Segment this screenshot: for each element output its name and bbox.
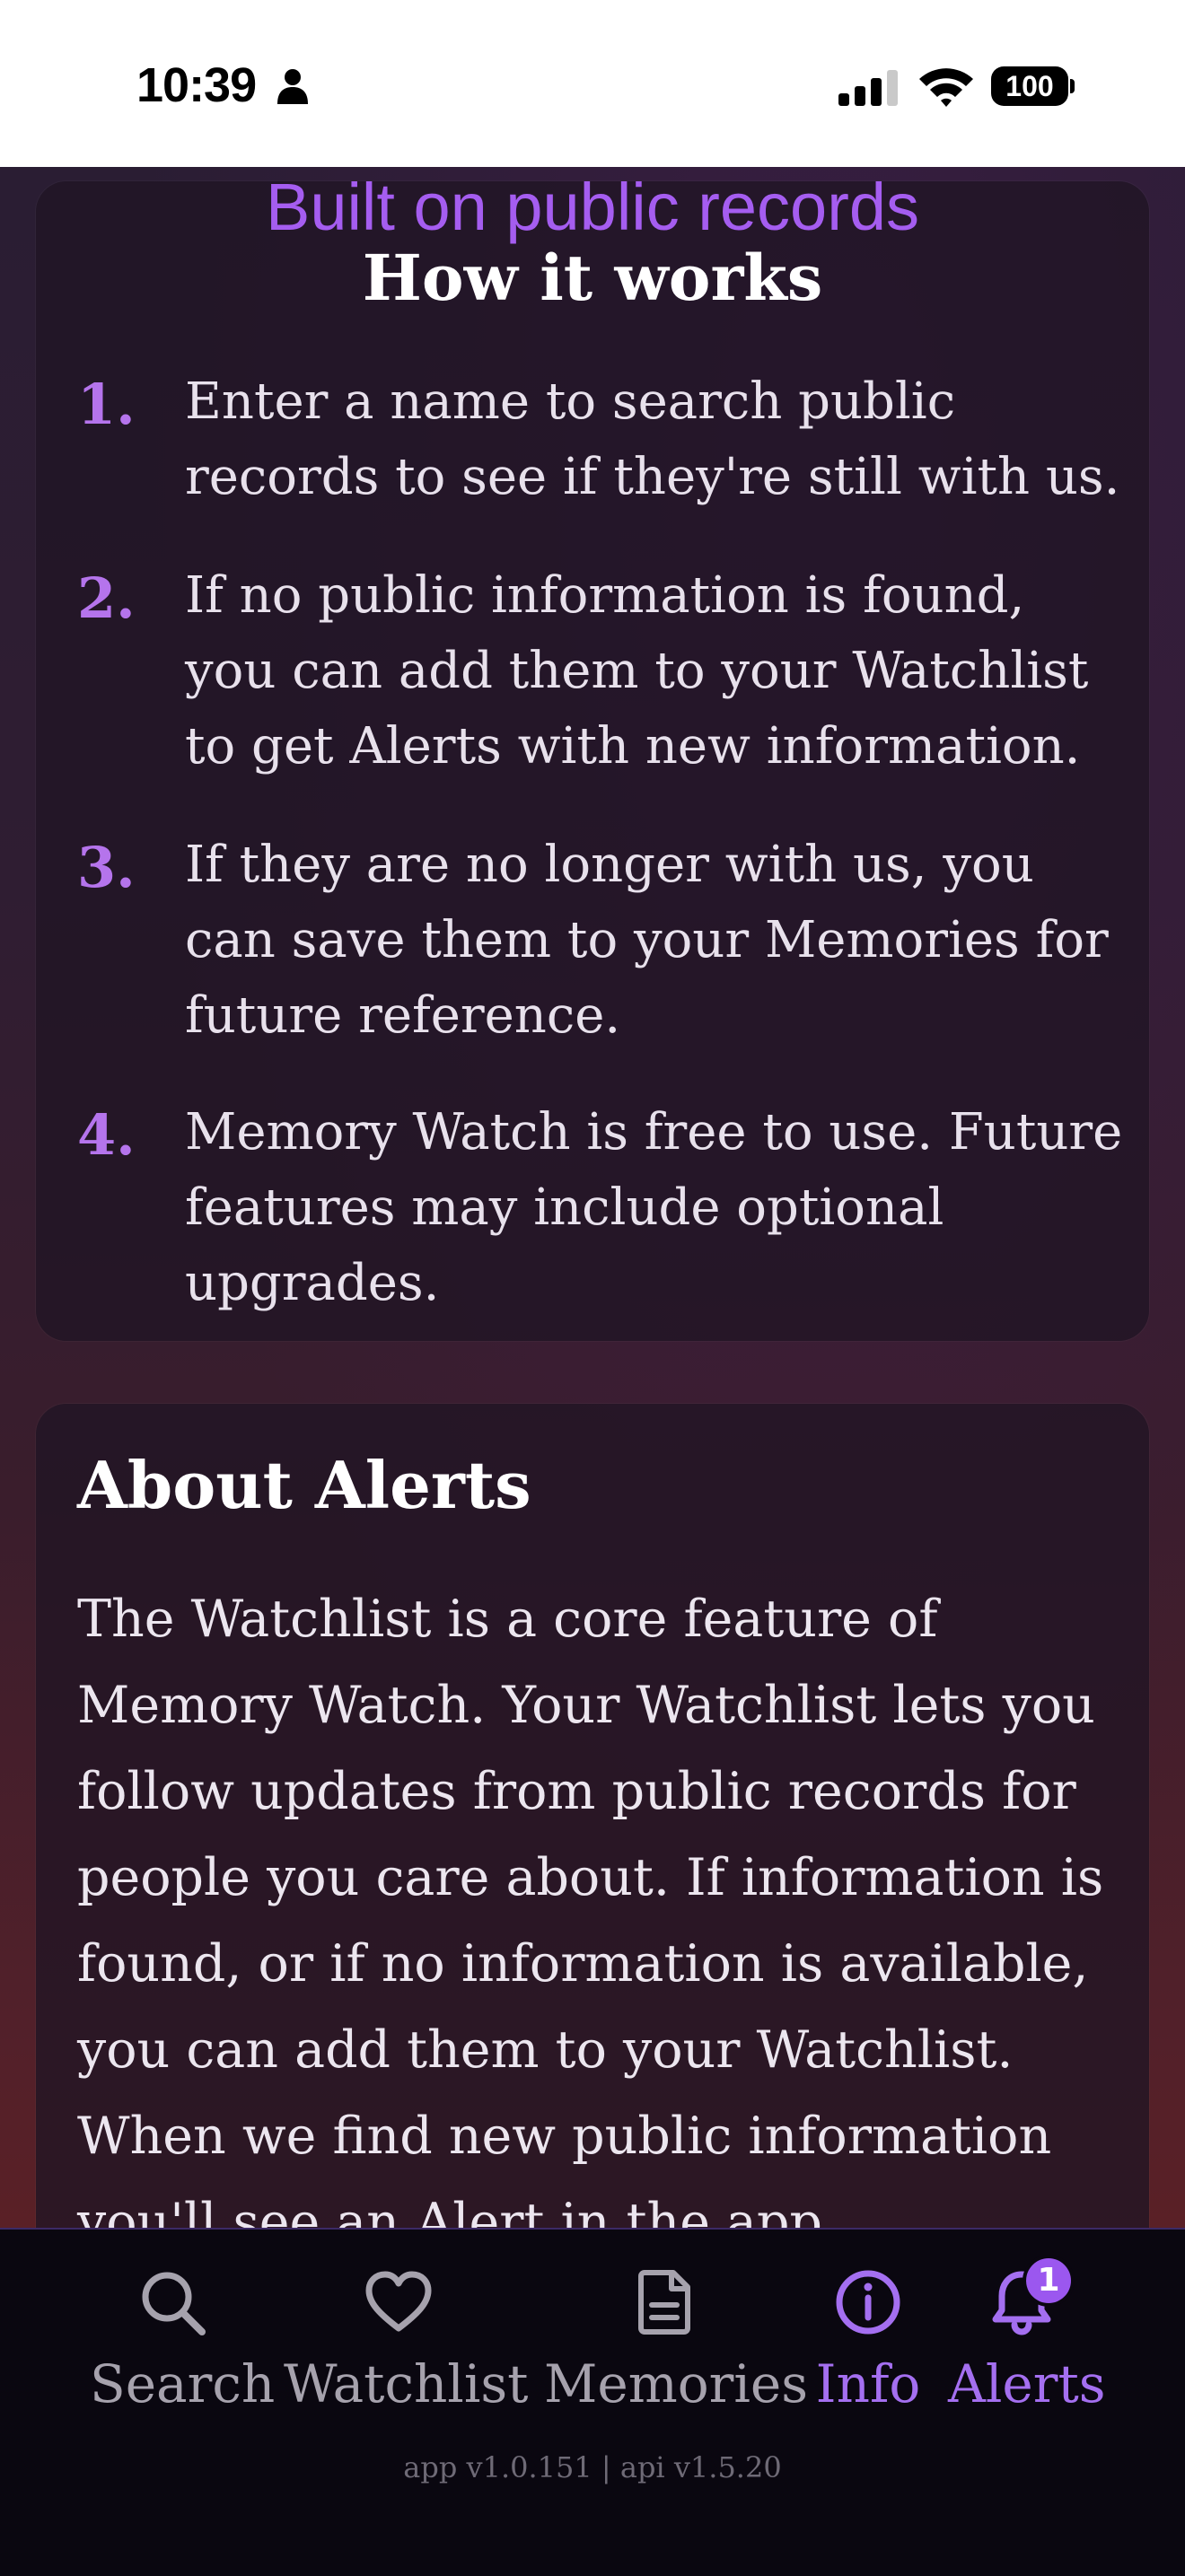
step-number: 3. [77,835,136,900]
step-text: If no public information is found, you c… [185,566,1089,775]
bell-icon-wrapper: 1 [985,2258,1071,2339]
status-bar: 10:39 100 [0,0,1185,167]
about-alerts-body: The Watchlist is a core feature of Memor… [77,1590,1104,2228]
status-time: 10:39 [136,58,257,112]
tab-label: Search [90,2353,276,2414]
how-it-works-title: How it works [362,241,823,315]
built-on-banner: Built on public records [265,170,920,244]
tab-label: Alerts [948,2353,1106,2414]
step-number: 2. [77,565,136,631]
battery-indicator: 100 [991,66,1075,106]
tab-label: Memories [544,2353,808,2414]
version-label: app v1.0.151 | api v1.5.20 [403,2450,782,2484]
tab-label: Info [815,2353,921,2414]
step-number: 1. [77,372,136,437]
tab-watchlist[interactable]: Watchlist [284,2265,529,2445]
step-text: If they are no longer with us, you can s… [185,836,1109,1045]
wifi-icon [919,68,973,107]
document-icon [638,2270,690,2335]
tab-alerts[interactable]: 1 Alerts [948,2258,1106,2445]
battery-level: 100 [991,66,1068,106]
person-icon [277,69,308,104]
info-content[interactable]: How it works 1. Enter a name to search p… [0,167,1185,2228]
step-text: Memory Watch is free to use. Future feat… [185,1103,1123,1312]
how-it-works-card: How it works 1. Enter a name to search p… [36,181,1149,1341]
tab-bar: Search Watchlist Memories Info 1 Alerts [0,2228,1185,2576]
about-alerts-title: About Alerts [77,1447,531,1523]
step-text: Enter a name to search public records to… [185,372,1120,506]
step-number: 4. [77,1102,136,1168]
battery-tip [1070,79,1075,93]
tab-search[interactable]: Search [90,2265,276,2445]
info-icon [836,2270,900,2335]
search-icon [142,2272,206,2335]
cellular-signal-icon [838,70,898,106]
about-alerts-card: About Alerts The Watchlist is a core fea… [36,1404,1149,2228]
heart-icon [365,2271,432,2332]
tab-memories[interactable]: Memories [544,2265,808,2445]
alerts-badge: 1 [1026,2258,1071,2303]
tab-info[interactable]: Info [815,2265,921,2445]
tab-label: Watchlist [284,2353,529,2414]
